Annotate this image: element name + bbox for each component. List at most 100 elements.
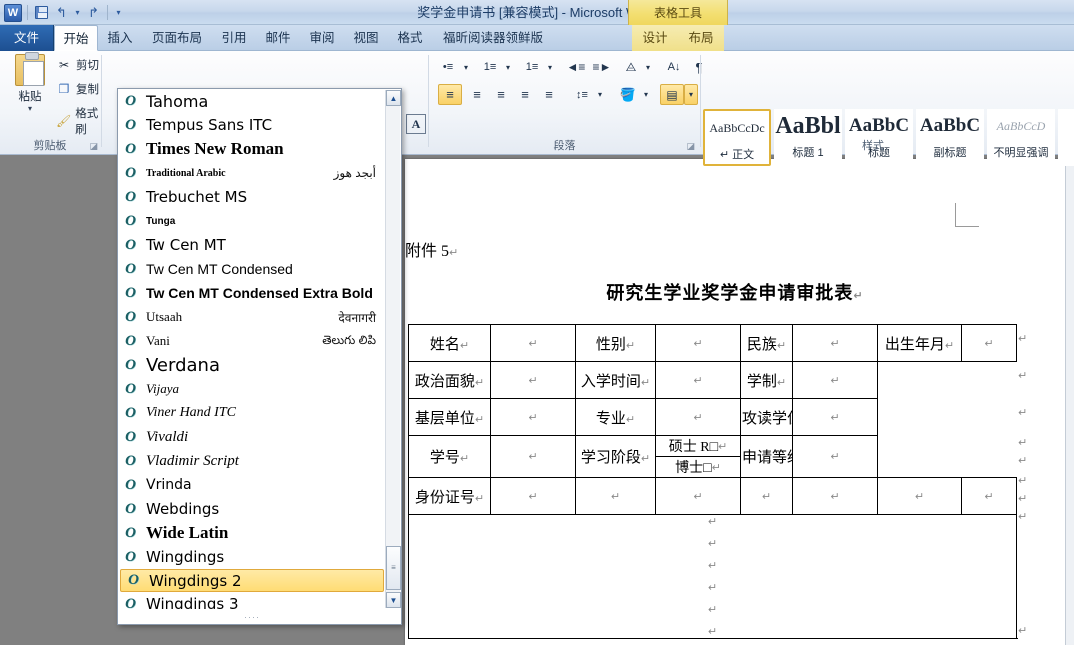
font-list-item[interactable]: O Vijaya [118, 377, 386, 401]
borders-button[interactable]: ▤ [660, 84, 684, 105]
sort-button[interactable]: A↓ [662, 57, 686, 77]
id-digit-cell[interactable]: ↵ [655, 477, 741, 515]
table-label-cell[interactable]: 基层单位↵ [408, 398, 491, 436]
borders-dropdown-arrow[interactable]: ▾ [684, 84, 698, 105]
tab-3[interactable]: 页面布局 [142, 25, 212, 51]
table-label-cell[interactable]: 姓名↵ [408, 324, 491, 362]
application-form-table[interactable]: 姓名↵ ↵ 性别↵ ↵ 民族↵ ↵ 出生年月↵ ↵ 政治面貌↵ ↵ 入学时间↵ ↵ 学制↵ ↵ 基层单位↵ ↵… [408, 324, 1017, 639]
font-list-item[interactable]: O Verdana [118, 353, 386, 377]
table-input-cell[interactable]: ↵ [792, 398, 878, 436]
font-list-item[interactable]: O Tw Cen MT [118, 233, 386, 257]
tab-0[interactable]: 文件 [0, 25, 54, 51]
clipboard-dialog-launcher[interactable]: ◪ [89, 141, 98, 152]
align-center-button[interactable]: ≡ [465, 84, 489, 105]
table-input-cell[interactable]: ↵ [792, 324, 878, 362]
id-digit-cell[interactable]: ↵ [740, 477, 793, 515]
font-list-item[interactable]: O Wingdings 3 [118, 592, 386, 609]
id-digit-cell[interactable]: ↵ [877, 477, 962, 515]
font-list-item[interactable]: O Trebuchet MS [118, 185, 386, 209]
table-input-cell[interactable]: ↵ [961, 324, 1017, 362]
font-list-item[interactable]: O Vani తెలుగు లిపి [118, 329, 386, 353]
tab-4[interactable]: 引用 [212, 25, 256, 51]
font-list-item[interactable]: O Traditional Arabic أبجد هوز [118, 161, 386, 185]
font-name-dropdown-list[interactable]: O Tahoma O Tempus Sans ITC O Times New Roman O… [117, 88, 402, 625]
line-spacing-button[interactable]: ↕≡ [570, 84, 594, 105]
font-list-item[interactable]: O Vivaldi [118, 425, 386, 449]
font-list-item[interactable]: O Webdings [118, 497, 386, 521]
font-list-item[interactable]: O Wide Latin [118, 521, 386, 545]
table-label-cell[interactable]: 学制↵ [740, 361, 793, 399]
font-list-item[interactable]: O Wingdings [118, 545, 386, 569]
table-input-cell[interactable]: ↵ [490, 361, 576, 399]
font-list-item[interactable]: O Times New Roman [118, 137, 386, 161]
table-input-cell[interactable]: ↵ [490, 435, 576, 478]
font-list-item[interactable]: O Tw Cen MT Condensed [118, 257, 386, 281]
font-list-item[interactable]: O Tunga [118, 209, 386, 233]
font-list-item[interactable]: O Utsaah देवनागरी [118, 305, 386, 329]
paragraph-dialog-launcher[interactable]: ◪ [686, 141, 695, 152]
table-label-cell[interactable]: 出生年月↵ [877, 324, 962, 362]
table-row[interactable]: ↵ ↵ ↵ ↵ ↵ ↵ [408, 514, 1017, 639]
numbering-button[interactable]: 1≡ [478, 57, 502, 77]
table-stacked-cell[interactable]: 硕士 R□ ↵ 博士□ ↵ [655, 435, 741, 478]
table-row[interactable]: 姓名↵ ↵ 性别↵ ↵ 民族↵ ↵ 出生年月↵ ↵ [408, 324, 1017, 362]
table-label-cell[interactable]: 政治面貌↵ [408, 361, 491, 399]
word-logo-icon[interactable]: W [4, 3, 22, 22]
save-button[interactable] [33, 4, 50, 21]
table-label-cell[interactable]: 入学时间↵ [575, 361, 656, 399]
table-row[interactable]: 基层单位↵↵专业↵↵攻读学位↵↵ [408, 398, 1017, 436]
font-list-scrollbar[interactable]: ▲ ≡ ▼ [385, 90, 401, 608]
distribute-button[interactable]: ≡ [537, 84, 561, 105]
tab-9[interactable]: 福昕阅读器领鲜版 [432, 25, 554, 51]
customize-qat-button[interactable]: ▾ [113, 4, 124, 21]
table-label-cell[interactable]: 攻读学位↵ [740, 398, 793, 436]
undo-dropdown-arrow[interactable]: ▾ [73, 4, 82, 21]
font-list-item[interactable]: O Wingdings 2 [120, 569, 384, 592]
id-digit-cell[interactable]: ↵ [575, 477, 656, 515]
bullets-dropdown-arrow[interactable]: ▾ [460, 57, 472, 77]
font-list-item[interactable]: O Tahoma [118, 89, 386, 113]
style-item-5[interactable]: A [1058, 109, 1074, 166]
align-right-button[interactable]: ≡ [489, 84, 513, 105]
id-digit-cell[interactable]: ↵ [490, 477, 576, 515]
font-list-item[interactable]: O Tempus Sans ITC [118, 113, 386, 137]
font-list-item[interactable]: O Vrinda [118, 473, 386, 497]
table-row[interactable]: 学号↵↵学习阶段↵硕士 R□↵博士□↵申请等级↵↵ [408, 435, 1017, 478]
scrollbar-thumb[interactable]: ≡ [386, 546, 401, 590]
shading-button[interactable]: 🪣 [616, 84, 640, 105]
align-left-button[interactable]: ≡ [438, 84, 462, 105]
table-label-cell[interactable]: 专业↵ [575, 398, 656, 436]
paste-button[interactable]: 粘贴 ▾ [6, 52, 54, 113]
bullets-button[interactable]: •≡ [436, 57, 460, 77]
degree-option[interactable]: 硕士 R□ ↵ [656, 437, 740, 457]
paste-dropdown-arrow[interactable]: ▾ [6, 104, 54, 113]
redo-button[interactable]: ↱ [85, 4, 102, 21]
shading-dropdown-arrow[interactable]: ▾ [640, 84, 652, 105]
multilevel-dropdown-arrow[interactable]: ▾ [544, 57, 556, 77]
table-label-cell[interactable]: 民族↵ [740, 324, 793, 362]
table-input-cell[interactable]: ↵ [792, 361, 878, 399]
id-number-label-cell[interactable]: 身份证号↵ [408, 477, 491, 515]
undo-button[interactable]: ↰ [53, 4, 70, 21]
font-list-item[interactable]: O Tw Cen MT Condensed Extra Bold [118, 281, 386, 305]
tab-10[interactable]: 设计 [632, 25, 678, 51]
table-input-cell[interactable]: ↵ [655, 361, 741, 399]
tab-6[interactable]: 审阅 [300, 25, 344, 51]
asian-layout-button[interactable]: ⨺ [620, 57, 642, 77]
degree-option[interactable]: 博士□ ↵ [657, 457, 740, 477]
font-list-item[interactable]: O Viner Hand ITC [118, 401, 386, 425]
table-input-cell[interactable]: ↵ [655, 398, 741, 436]
document-vertical-scrollbar[interactable] [1065, 155, 1074, 645]
cut-button[interactable]: ✂ 剪切 [56, 57, 99, 73]
multilevel-list-button[interactable]: 1≡ [520, 57, 544, 77]
table-label-cell[interactable]: 申请等级↵ [740, 435, 793, 478]
character-border-button[interactable]: A [406, 114, 426, 134]
font-list[interactable]: O Tahoma O Tempus Sans ITC O Times New Roman O… [118, 89, 386, 609]
table-input-cell[interactable]: ↵ [655, 324, 741, 362]
tab-8[interactable]: 格式 [388, 25, 432, 51]
table-label-cell[interactable]: 性别↵ [575, 324, 656, 362]
increase-indent-button[interactable]: ≡► [590, 57, 614, 77]
copy-button[interactable]: ❐ 复制 [56, 81, 99, 97]
table-input-cell[interactable]: ↵ [490, 398, 576, 436]
tab-7[interactable]: 视图 [344, 25, 388, 51]
